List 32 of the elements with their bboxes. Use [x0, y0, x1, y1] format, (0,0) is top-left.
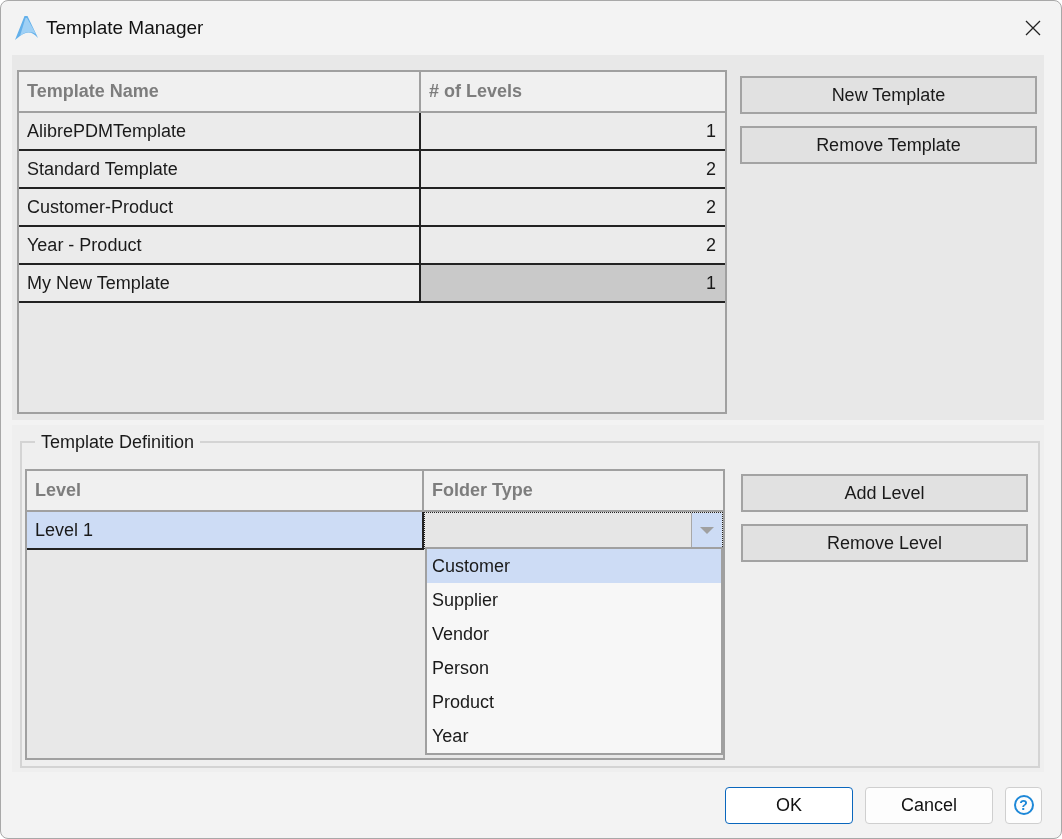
column-header: # of Levels: [421, 72, 725, 113]
table-cell: AlibrePDMTemplate: [19, 113, 421, 151]
help-button[interactable]: ?: [1005, 786, 1042, 824]
table-cell: 1: [421, 265, 725, 303]
add-level-button[interactable]: Add Level: [741, 474, 1028, 512]
close-icon: [1025, 20, 1041, 36]
dropdown-option[interactable]: Year: [427, 719, 721, 753]
group-title: Template Definition: [40, 431, 196, 453]
table-cell: My New Template: [19, 265, 421, 303]
window-title: Template Manager: [46, 17, 205, 39]
dropdown-option[interactable]: Product: [427, 685, 721, 719]
table-cell: Level 1: [27, 512, 424, 550]
help-icon: ?: [1013, 795, 1034, 815]
ok-button[interactable]: OK: [725, 786, 853, 824]
column-header: Folder Type: [424, 471, 723, 512]
dropdown-option[interactable]: Vendor: [427, 617, 721, 651]
remove-template-button[interactable]: Remove Template: [740, 126, 1037, 164]
column-header: Level: [27, 471, 424, 512]
table-cell: Year - Product: [19, 227, 421, 265]
table-cell: Customer-Product: [19, 189, 421, 227]
dropdown-button[interactable]: [691, 513, 722, 548]
cancel-button[interactable]: Cancel: [865, 786, 993, 824]
new-template-button[interactable]: New Template: [740, 76, 1037, 114]
folder-type-dropdown[interactable]: [424, 512, 723, 549]
table-cell: Standard Template: [19, 151, 421, 189]
dropdown-option[interactable]: Supplier: [427, 583, 721, 617]
logo-icon: [13, 15, 39, 41]
dropdown-option[interactable]: Person: [427, 651, 721, 685]
caret-icon: [700, 527, 714, 534]
remove-level-button[interactable]: Remove Level: [741, 524, 1028, 562]
dropdown-option[interactable]: Customer: [427, 549, 721, 583]
column-header: Template Name: [19, 72, 421, 113]
